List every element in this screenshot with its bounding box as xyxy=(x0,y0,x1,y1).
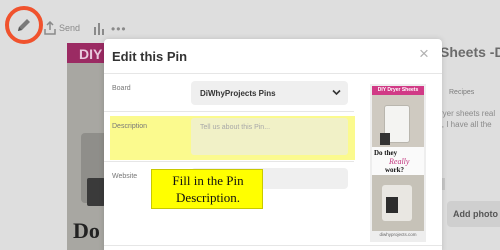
description-label: Description xyxy=(112,123,148,130)
pin-caption: Do xyxy=(73,218,100,243)
pin-preview: DIY Dryer Sheets Do they Really work? di… xyxy=(370,84,426,242)
description-placeholder: Tell us about this Pin... xyxy=(200,124,271,131)
divider xyxy=(104,73,442,74)
pin-toolbar: Send ••• xyxy=(0,0,500,44)
divider xyxy=(104,245,442,246)
chevron-down-icon xyxy=(332,89,341,96)
close-icon[interactable]: × xyxy=(419,45,429,62)
preview-text-panel: Do they Really work? xyxy=(372,147,424,175)
tag-image xyxy=(380,133,390,145)
preview-text: Do they xyxy=(374,149,398,157)
add-photo-button[interactable]: Add photo co xyxy=(447,201,500,227)
send-icon[interactable] xyxy=(44,21,56,35)
board-label: Board xyxy=(112,85,131,92)
board-select[interactable]: DiWhyProjects Pins xyxy=(191,81,348,105)
preview-text: work? xyxy=(385,166,405,174)
board-selected-value: DiWhyProjects Pins xyxy=(200,89,276,98)
bar-chart-icon[interactable] xyxy=(93,21,105,35)
preview-site: diwhyprojects.com xyxy=(379,232,417,237)
website-label: Website xyxy=(112,173,138,180)
description-input[interactable]: Tell us about this Pin... xyxy=(191,118,348,155)
tag-image xyxy=(386,197,398,213)
dialog-title: Edit this Pin xyxy=(112,49,188,64)
pin-title: Sheets -Do xyxy=(440,44,500,60)
divider xyxy=(104,111,354,112)
preview-text: Really xyxy=(389,157,410,166)
pin-description-line: ryer sheets real xyxy=(440,109,496,118)
divider xyxy=(104,161,354,162)
pin-banner-text: DIY xyxy=(79,46,103,62)
more-options-button[interactable]: ••• xyxy=(111,22,127,36)
instruction-callout: Fill in the Pin Description. xyxy=(151,169,263,209)
preview-photo xyxy=(372,175,424,231)
preview-photo xyxy=(372,95,424,147)
preview-banner-text: DIY Dryer Sheets xyxy=(377,87,419,93)
tag-image xyxy=(87,178,105,206)
pin-description-line: l, I have all the xyxy=(440,120,492,129)
pencil-icon[interactable] xyxy=(14,15,34,35)
callout-line: Fill in the Pin xyxy=(172,173,244,188)
callout-line: Description. xyxy=(176,190,240,205)
preview-banner: DIY Dryer Sheets xyxy=(372,86,424,95)
send-button[interactable]: Send xyxy=(59,23,80,33)
edit-pin-dialog: Edit this Pin × Board DiWhyProjects Pins… xyxy=(104,39,442,250)
board-link[interactable]: Recipes xyxy=(449,89,474,96)
